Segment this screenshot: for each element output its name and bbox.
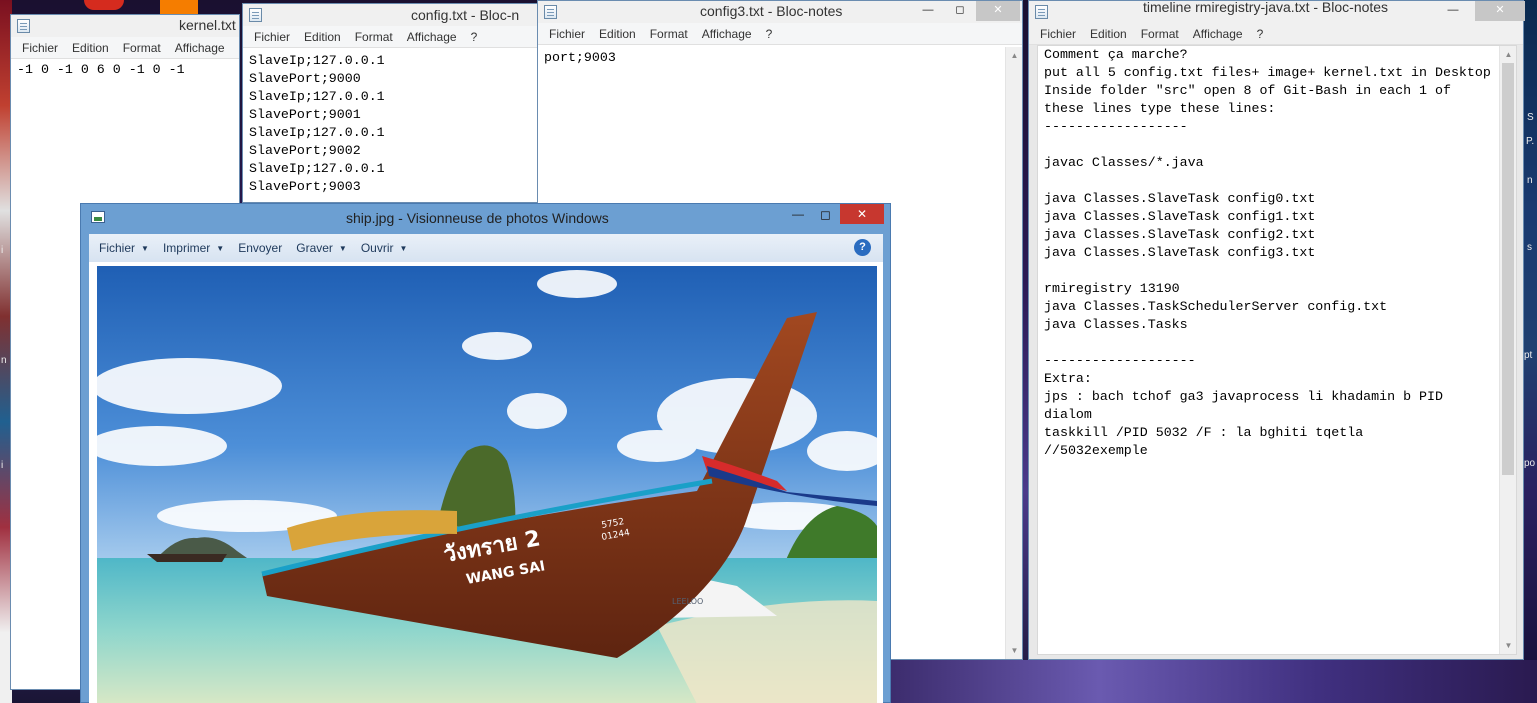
window-title: config3.txt - Bloc-notes (700, 3, 843, 19)
title-bar[interactable]: kernel.txt (11, 15, 239, 37)
desktop-icon-label[interactable]: n (1, 355, 7, 366)
help-icon[interactable]: ? (854, 239, 871, 256)
close-button[interactable]: ✕ (976, 1, 1020, 21)
maximize-button[interactable]: ◻ (946, 1, 974, 21)
desktop-wallpaper-bottom (880, 660, 1537, 703)
desktop-icon-label[interactable]: pt (1524, 350, 1532, 361)
window-title: ship.jpg - Visionneuse de photos Windows (346, 210, 609, 226)
menu-affichage[interactable]: Affichage (1186, 27, 1250, 41)
desktop-icon-label[interactable]: S (1527, 112, 1534, 123)
title-bar[interactable]: timeline rmiregistry-java.txt - Bloc-not… (1029, 0, 1525, 23)
menu-edition[interactable]: Edition (65, 41, 116, 55)
menu-affichage[interactable]: Affichage (400, 30, 464, 44)
minimize-button[interactable]: — (792, 207, 804, 221)
title-bar[interactable]: config.txt - Bloc-n (243, 4, 541, 26)
ouvrir-label: Ouvrir (360, 241, 394, 255)
desktop-icon-label[interactable]: s (1527, 242, 1532, 253)
menu-fichier[interactable]: Fichier (247, 30, 297, 44)
fichier-menu-button[interactable]: Fichier ▼ (99, 241, 149, 255)
menu-edition[interactable]: Edition (1083, 27, 1134, 41)
imprimer-menu-button[interactable]: Imprimer ▼ (163, 241, 224, 255)
desktop-icon-label[interactable]: n (1527, 175, 1533, 186)
menu-bar: Fichier Edition Format Affichage ? (243, 26, 541, 48)
graver-menu-button[interactable]: Graver ▼ (296, 241, 347, 255)
menu-affichage[interactable]: Affichage (695, 27, 759, 41)
menu-affichage[interactable]: Affichage (168, 41, 232, 55)
blogger-icon[interactable] (160, 0, 198, 14)
text-area[interactable]: Comment ça marche? put all 5 config.txt … (1038, 46, 1516, 460)
text-area[interactable]: port;9003 (538, 45, 1022, 71)
scroll-thumb[interactable] (1502, 63, 1514, 475)
title-bar[interactable]: ship.jpg - Visionneuse de photos Windows… (81, 204, 890, 232)
title-bar[interactable]: config3.txt - Bloc-notes — ◻ ✕ (538, 1, 1022, 23)
scroll-up-icon[interactable]: ▲ (1006, 47, 1023, 64)
chevron-down-icon: ▼ (399, 243, 408, 253)
small-boat-label: LEELOO (672, 597, 703, 606)
notepad-icon (1035, 5, 1048, 19)
scroll-down-icon[interactable]: ▼ (1500, 637, 1517, 654)
close-button[interactable]: ✕ (840, 204, 884, 224)
photo-viewer-window[interactable]: ship.jpg - Visionneuse de photos Windows… (80, 203, 891, 703)
distant-boat (147, 554, 227, 562)
minimize-button[interactable]: — (1439, 1, 1467, 21)
photo-ship[interactable]: วังทราย 2 WANG SAI 5752 01244 LEELOO (97, 266, 877, 703)
notepad-window-config[interactable]: config.txt - Bloc-n Fichier Edition Form… (242, 3, 542, 203)
window-title: kernel.txt (179, 17, 236, 33)
chevron-down-icon: ▼ (216, 243, 225, 253)
chevron-down-icon: ▼ (338, 243, 347, 253)
menu-format[interactable]: Format (348, 30, 400, 44)
minimize-button[interactable]: — (914, 1, 942, 21)
menu-edition[interactable]: Edition (297, 30, 348, 44)
close-button[interactable]: ✕ (1475, 1, 1525, 21)
menu-bar: Fichier Edition Format Affichage ? (1029, 23, 1523, 45)
window-title: timeline rmiregistry-java.txt - Bloc-not… (1143, 0, 1389, 15)
notepad-window-timeline[interactable]: timeline rmiregistry-java.txt - Bloc-not… (1028, 0, 1525, 660)
notepad-icon (544, 5, 557, 19)
menu-bar: Fichier Edition Format Affichage ? (538, 23, 1022, 45)
desktop-icon-label[interactable]: i (1, 245, 3, 256)
window-title: config.txt - Bloc-n (411, 7, 520, 23)
menu-help[interactable]: ? (464, 30, 485, 44)
photo-frame: วังทราย 2 WANG SAI 5752 01244 LEELOO (89, 262, 883, 703)
text-area[interactable]: SlaveIp;127.0.0.1 SlavePort;9000 SlaveIp… (243, 48, 541, 200)
menu-fichier[interactable]: Fichier (15, 41, 65, 55)
vertical-scrollbar[interactable]: ▲ ▼ (1499, 46, 1516, 654)
desktop-icon-label[interactable]: po (1524, 458, 1535, 469)
envoyer-label: Envoyer (238, 241, 283, 255)
desktop-icon-label[interactable]: P. (1526, 136, 1534, 147)
menu-help[interactable]: ? (759, 27, 780, 41)
chevron-down-icon: ▼ (141, 243, 149, 253)
graver-label: Graver (296, 241, 333, 255)
menu-help[interactable]: ? (1250, 27, 1271, 41)
menu-format[interactable]: Format (643, 27, 695, 41)
photo-viewer-icon-detail (94, 217, 102, 221)
app-shortcut-icon[interactable] (84, 0, 124, 10)
viewer-toolbar: Fichier ▼ Imprimer ▼ Envoyer Graver ▼ Ouvri… (89, 234, 883, 262)
menu-bar: Fichier Edition Format Affichage (11, 37, 239, 59)
maximize-button[interactable]: ◻ (820, 207, 831, 223)
vertical-scrollbar[interactable]: ▲ ▼ (1005, 47, 1022, 659)
scroll-up-icon[interactable]: ▲ (1500, 46, 1517, 63)
text-area[interactable]: -1 0 -1 0 6 0 -1 0 -1 (11, 59, 239, 83)
fichier-label: Fichier (99, 241, 136, 255)
menu-format[interactable]: Format (1134, 27, 1186, 41)
ship-photo-svg: วังทราย 2 WANG SAI 5752 01244 LEELOO (97, 266, 877, 703)
scroll-down-icon[interactable]: ▼ (1006, 642, 1023, 659)
menu-fichier[interactable]: Fichier (1033, 27, 1083, 41)
photo-viewer-icon (91, 211, 105, 223)
envoyer-button[interactable]: Envoyer (238, 241, 282, 255)
desktop-icon-label[interactable]: i (1, 460, 3, 471)
menu-format[interactable]: Format (116, 41, 168, 55)
notepad-icon (249, 8, 262, 22)
text-area-frame: Comment ça marche? put all 5 config.txt … (1037, 45, 1517, 655)
ouvrir-menu-button[interactable]: Ouvrir ▼ (361, 241, 408, 255)
menu-fichier[interactable]: Fichier (542, 27, 592, 41)
menu-edition[interactable]: Edition (592, 27, 643, 41)
notepad-icon (17, 19, 30, 33)
imprimer-label: Imprimer (162, 241, 211, 255)
